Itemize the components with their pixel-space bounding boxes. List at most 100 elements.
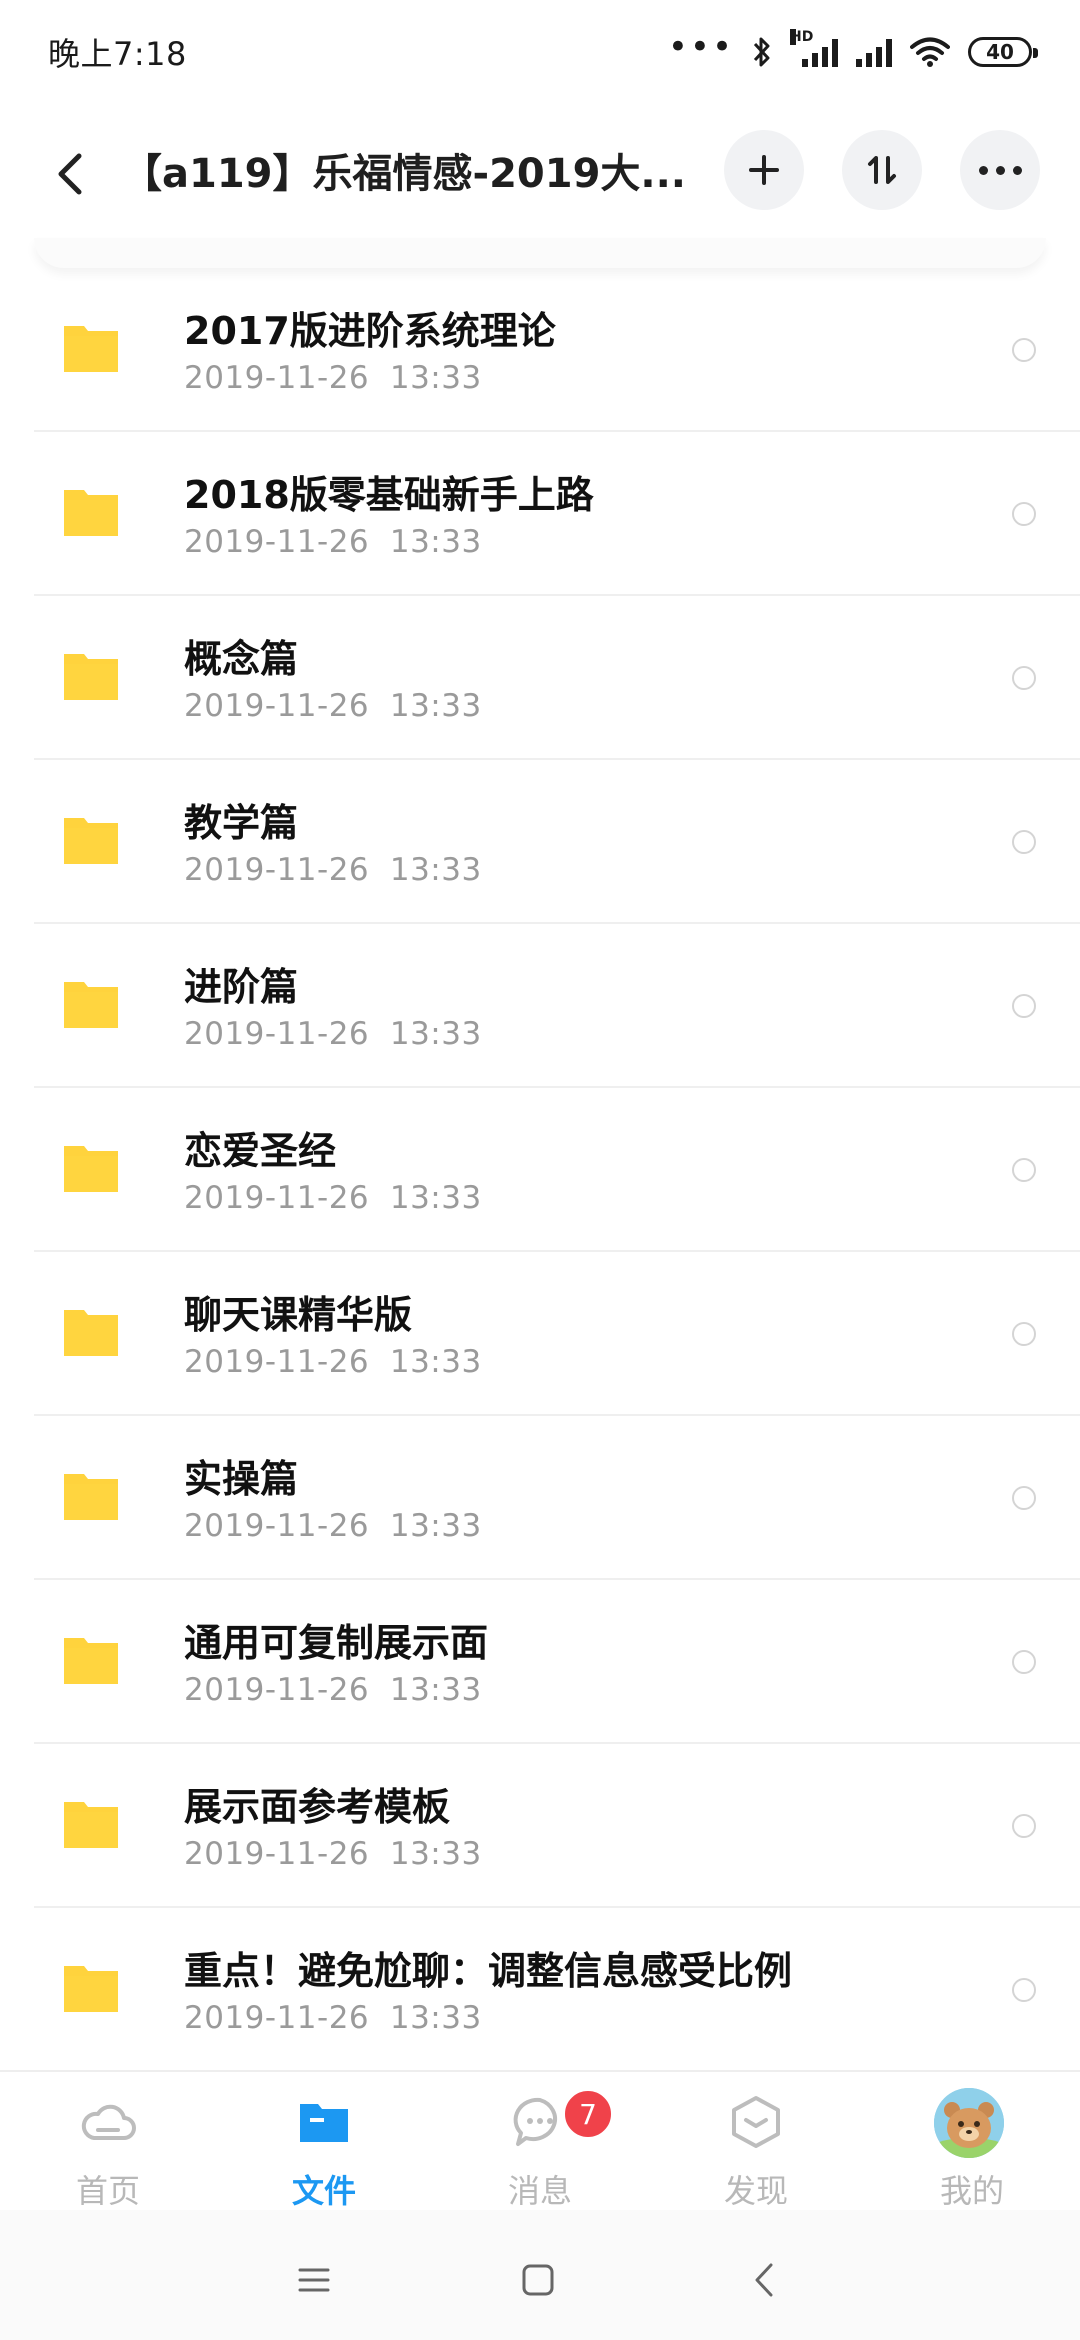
file-name: 进阶篇	[184, 965, 299, 1009]
recent-apps-button[interactable]	[284, 2250, 344, 2310]
page-title: 【a119】乐福情感-2019大...	[122, 151, 682, 197]
file-date: 2019-11-26 13:33	[184, 524, 482, 560]
file-date: 2019-11-26 13:33	[184, 1508, 482, 1544]
plus-icon	[749, 155, 779, 185]
discover-box-icon	[732, 2096, 780, 2148]
folder-icon	[64, 1802, 118, 1848]
select-checkbox[interactable]	[1012, 1486, 1036, 1510]
message-count-badge: 7	[562, 2088, 614, 2140]
file-date: 2019-11-26 13:33	[184, 1344, 482, 1380]
nav-messages-label: 消息	[507, 2172, 572, 2210]
file-date: 2019-11-26 13:33	[184, 1672, 482, 1708]
file-row[interactable]: 2017版进阶系统理论 2019-11-26 13:33	[0, 268, 1080, 432]
system-nav-bar	[0, 2210, 1080, 2340]
file-date: 2019-11-26 13:33	[184, 688, 482, 724]
select-checkbox[interactable]	[1012, 502, 1036, 526]
signal-icon	[856, 37, 892, 67]
folder-icon	[64, 1146, 118, 1192]
more-button[interactable]	[960, 130, 1040, 210]
sort-icon	[868, 156, 896, 184]
signal-hd-icon: HD	[790, 29, 838, 67]
file-row[interactable]: 概念篇 2019-11-26 13:33	[0, 596, 1080, 760]
file-date: 2019-11-26 13:33	[184, 1180, 482, 1216]
wifi-icon	[910, 37, 950, 67]
file-row[interactable]: 实操篇 2019-11-26 13:33	[0, 1416, 1080, 1580]
file-date: 2019-11-26 13:33	[184, 1016, 482, 1052]
file-name: 2018版零基础新手上路	[184, 473, 594, 517]
sort-button[interactable]	[842, 130, 922, 210]
folder-icon	[64, 654, 118, 700]
chevron-left-icon	[58, 153, 82, 195]
file-name: 重点！避免尬聊：调整信息感受比例	[184, 1949, 793, 1993]
folder-icon	[300, 2104, 348, 2142]
folder-icon	[64, 818, 118, 864]
folder-icon	[64, 326, 118, 372]
bluetooth-icon	[753, 37, 770, 67]
file-row[interactable]: 聊天课精华版 2019-11-26 13:33	[0, 1252, 1080, 1416]
nav-home[interactable]: 首页	[0, 2072, 216, 2212]
select-checkbox[interactable]	[1012, 994, 1036, 1018]
select-checkbox[interactable]	[1012, 1814, 1036, 1838]
file-name: 2017版进阶系统理论	[184, 309, 556, 353]
file-row[interactable]: 重点！避免尬聊：调整信息感受比例 2019-11-26 13:33	[0, 1908, 1080, 2072]
nav-messages[interactable]: 消息	[432, 2072, 648, 2212]
file-list: 2017版进阶系统理论 2019-11-26 13:33 2018版零基础新手上路 2…	[0, 268, 1080, 2072]
file-date: 2019-11-26 13:33	[184, 2000, 482, 2036]
file-name: 聊天课精华版	[184, 1293, 413, 1337]
nav-discover-label: 发现	[723, 2172, 788, 2210]
file-name: 实操篇	[184, 1457, 299, 1501]
select-checkbox[interactable]	[1012, 338, 1036, 362]
nav-home-label: 首页	[75, 2172, 140, 2210]
folder-icon	[64, 982, 118, 1028]
square-home-icon	[522, 2264, 554, 2296]
file-date: 2019-11-26 13:33	[184, 360, 482, 396]
file-name: 概念篇	[184, 637, 299, 681]
add-button[interactable]	[724, 130, 804, 210]
status-icons: ••• HD 40	[668, 29, 1038, 69]
folder-icon	[64, 1638, 118, 1684]
back-button[interactable]	[42, 144, 98, 204]
select-checkbox[interactable]	[1012, 1978, 1036, 2002]
nav-files-label: 文件	[291, 2172, 356, 2210]
folder-icon	[64, 1474, 118, 1520]
file-date: 2019-11-26 13:33	[184, 852, 482, 888]
file-row[interactable]: 展示面参考模板 2019-11-26 13:33	[0, 1744, 1080, 1908]
select-checkbox[interactable]	[1012, 1322, 1036, 1346]
file-row[interactable]: 通用可复制展示面 2019-11-26 13:33	[0, 1580, 1080, 1744]
nav-files[interactable]: 文件	[216, 2072, 432, 2212]
file-name: 通用可复制展示面	[184, 1621, 489, 1665]
avatar-image	[934, 2088, 1004, 2158]
file-name: 展示面参考模板	[184, 1785, 451, 1829]
status-bar: 晚上7:18 ••• HD 40	[0, 0, 1080, 104]
select-checkbox[interactable]	[1012, 1158, 1036, 1182]
notification-dots-icon: •••	[667, 27, 734, 67]
file-name: 教学篇	[184, 801, 299, 845]
select-checkbox[interactable]	[1012, 666, 1036, 690]
header: 【a119】乐福情感-2019大...	[0, 104, 1080, 244]
home-button[interactable]	[508, 2250, 568, 2310]
avatar[interactable]	[934, 2088, 1004, 2158]
nav-discover[interactable]: 发现	[648, 2072, 864, 2212]
select-checkbox[interactable]	[1012, 830, 1036, 854]
more-dots-icon	[978, 165, 1022, 175]
hd-label: HD	[790, 29, 814, 45]
battery-level: 40	[986, 40, 1014, 64]
cloud-icon	[81, 2104, 136, 2140]
chevron-left-icon	[755, 2263, 773, 2297]
status-time: 晚上7:18	[48, 35, 187, 73]
file-name: 恋爱圣经	[184, 1129, 337, 1173]
bottom-nav: 首页 文件 消息 7 发现 我的	[0, 2070, 1080, 2210]
file-row[interactable]: 进阶篇 2019-11-26 13:33	[0, 924, 1080, 1088]
file-date: 2019-11-26 13:33	[184, 1836, 482, 1872]
folder-icon	[64, 490, 118, 536]
file-row[interactable]: 教学篇 2019-11-26 13:33	[0, 760, 1080, 924]
header-divider	[34, 238, 1046, 268]
battery-indicator: 40	[968, 37, 1038, 67]
system-back-button[interactable]	[734, 2250, 794, 2310]
chat-bubble-icon	[513, 2097, 558, 2146]
file-row[interactable]: 2018版零基础新手上路 2019-11-26 13:33	[0, 432, 1080, 596]
nav-profile-label: 我的	[939, 2172, 1004, 2210]
select-checkbox[interactable]	[1012, 1650, 1036, 1674]
folder-icon	[64, 1966, 118, 2012]
file-row[interactable]: 恋爱圣经 2019-11-26 13:33	[0, 1088, 1080, 1252]
